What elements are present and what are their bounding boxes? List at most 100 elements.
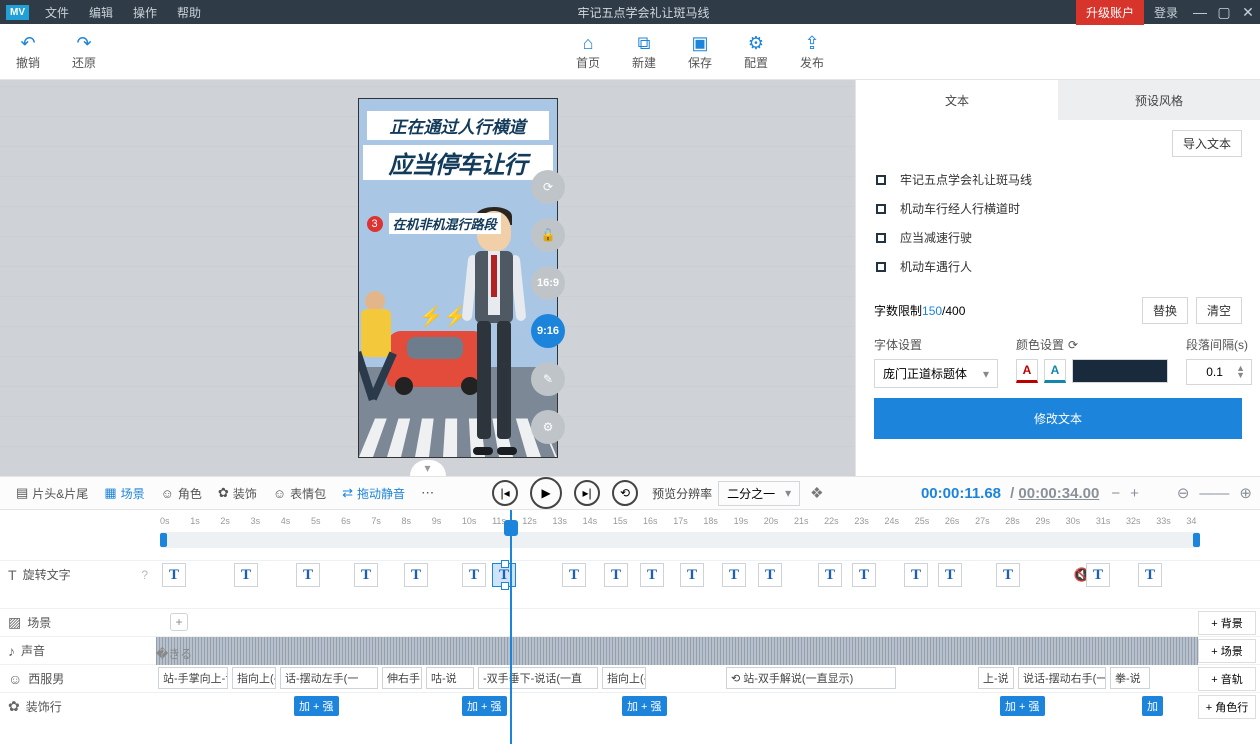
action-clip[interactable]: 伸右手 bbox=[382, 667, 422, 689]
range-handle-left[interactable] bbox=[160, 533, 167, 547]
loop-button[interactable]: ⟲ bbox=[612, 480, 638, 506]
menu-file[interactable]: 文件 bbox=[35, 4, 79, 21]
config-button[interactable]: ⚙配置 bbox=[728, 33, 784, 71]
color-swatch[interactable] bbox=[1072, 359, 1168, 383]
action-clip[interactable]: 咕-说 bbox=[426, 667, 474, 689]
zoom-in-time[interactable]: + bbox=[1130, 485, 1139, 502]
next-frame-button[interactable]: ▸| bbox=[574, 480, 600, 506]
panel-toggle[interactable]: ▾ bbox=[410, 460, 446, 476]
canvas[interactable]: ⚡⚡ 正在通过人行横道 应当停车让行 3 在机非机混行路段 ⟳ 🔓 16:9 9… bbox=[0, 80, 855, 476]
action-clip[interactable]: -双手垂下-说话(一直 bbox=[478, 667, 598, 689]
action-clip[interactable]: 指向上(- bbox=[602, 667, 646, 689]
action-clip[interactable]: 指向上(- bbox=[232, 667, 276, 689]
text-clip[interactable]: T bbox=[462, 563, 486, 587]
menu-action[interactable]: 操作 bbox=[123, 4, 167, 21]
text-clip[interactable]: T bbox=[938, 563, 962, 587]
deco-clip[interactable]: 加 bbox=[1142, 696, 1163, 716]
replace-button[interactable]: 替换 bbox=[1142, 297, 1188, 324]
more-button[interactable]: ⋯ bbox=[413, 485, 442, 501]
deco-clip[interactable]: 加 + 强 bbox=[294, 696, 339, 716]
zoom-out-time[interactable]: − bbox=[1111, 485, 1120, 502]
text-clip[interactable]: T bbox=[354, 563, 378, 587]
action-clip[interactable]: 上-说 bbox=[978, 667, 1014, 689]
text-list[interactable]: 牢记五点学会礼让斑马线 机动车行经人行横道时 应当减速行驶 机动车遇行人 bbox=[874, 165, 1242, 293]
tab-text[interactable]: 文本 bbox=[856, 80, 1058, 120]
lock-tool[interactable]: 🔓 bbox=[531, 218, 565, 252]
text-clip[interactable]: T bbox=[758, 563, 782, 587]
text-clip[interactable]: T bbox=[640, 563, 664, 587]
text-clip[interactable]: T bbox=[852, 563, 876, 587]
text-clip[interactable]: T bbox=[1138, 563, 1162, 587]
action-clip[interactable]: 说话-摆动右手(一 bbox=[1018, 667, 1106, 689]
text-clip[interactable]: T bbox=[604, 563, 628, 587]
role-button[interactable]: ☺角色 bbox=[153, 485, 210, 502]
add-audio-button[interactable]: + 音轨 bbox=[1198, 667, 1256, 691]
text-clip[interactable]: T bbox=[296, 563, 320, 587]
save-button[interactable]: ▣保存 bbox=[672, 33, 728, 71]
playhead[interactable] bbox=[510, 510, 512, 744]
menu-help[interactable]: 帮助 bbox=[167, 4, 211, 21]
gap-stepper[interactable]: 0.1▲▼ bbox=[1186, 359, 1252, 385]
edit-tool[interactable]: ✎ bbox=[531, 362, 565, 396]
text-color-a[interactable]: A bbox=[1016, 359, 1038, 383]
text-color-b[interactable]: A bbox=[1044, 359, 1066, 383]
text-clip[interactable]: T bbox=[1086, 563, 1110, 587]
range-handle-right[interactable] bbox=[1193, 533, 1200, 547]
action-clip[interactable]: 站-手掌向上-说话(一直 bbox=[158, 667, 228, 689]
preview-select[interactable]: 二分之一▾ bbox=[718, 481, 800, 506]
layers-icon[interactable]: ❖ bbox=[810, 484, 823, 502]
ratio-9-16[interactable]: 9:16 bbox=[531, 314, 565, 348]
undo-button[interactable]: ↶撤销 bbox=[0, 33, 56, 71]
font-select[interactable]: 庞门正道标题体▾ bbox=[874, 359, 998, 388]
close-button[interactable]: ✕ bbox=[1236, 4, 1260, 21]
play-button[interactable]: ▶ bbox=[530, 477, 562, 509]
prev-frame-button[interactable]: |◂ bbox=[492, 480, 518, 506]
login-button[interactable]: 登录 bbox=[1144, 4, 1188, 21]
add-bg-button[interactable]: + 背景 bbox=[1198, 611, 1256, 635]
dragmute-button[interactable]: ⇄拖动静音 bbox=[334, 485, 413, 502]
ratio-16-9[interactable]: 16:9 bbox=[531, 266, 565, 300]
text-item[interactable]: 机动车遇行人 bbox=[874, 252, 1242, 281]
text-clip[interactable]: T bbox=[680, 563, 704, 587]
time-total[interactable]: 00:00:34.00 bbox=[1018, 485, 1099, 502]
help-icon[interactable]: ? bbox=[141, 568, 148, 582]
scene-button[interactable]: ▦场景 bbox=[96, 485, 152, 502]
upgrade-button[interactable]: 升级账户 bbox=[1076, 0, 1144, 25]
text-item[interactable]: 机动车行经人行横道时 bbox=[874, 194, 1242, 223]
range-bar[interactable] bbox=[160, 532, 1200, 548]
refresh-icon[interactable]: ⟳ bbox=[1068, 338, 1078, 352]
text-clip[interactable]: T bbox=[996, 563, 1020, 587]
deco-clip[interactable]: 加 + 强 bbox=[622, 696, 667, 716]
emoji-button[interactable]: ☺表情包 bbox=[265, 485, 334, 502]
deco-clip[interactable]: 加 + 强 bbox=[462, 696, 507, 716]
text-clip[interactable]: T bbox=[722, 563, 746, 587]
text-clip[interactable]: T bbox=[562, 563, 586, 587]
text-clip[interactable]: T bbox=[492, 563, 516, 587]
text-clip[interactable]: T bbox=[904, 563, 928, 587]
home-button[interactable]: ⌂首页 bbox=[560, 33, 616, 71]
deco-button[interactable]: ✿装饰 bbox=[210, 485, 265, 502]
new-button[interactable]: ⧉新建 bbox=[616, 33, 672, 71]
redo-button[interactable]: ↷还原 bbox=[56, 33, 112, 71]
action-clip[interactable]: 拳-说 bbox=[1110, 667, 1150, 689]
maximize-button[interactable]: ▢ bbox=[1212, 4, 1236, 21]
text-clip[interactable]: T bbox=[234, 563, 258, 587]
text-clip[interactable]: T bbox=[404, 563, 428, 587]
menu-edit[interactable]: 编辑 bbox=[79, 4, 123, 21]
waveform[interactable]: �きる bbox=[156, 637, 1198, 665]
tab-preset[interactable]: 预设风格 bbox=[1058, 80, 1260, 120]
add-scene-clip[interactable]: + bbox=[170, 613, 188, 631]
import-text-button[interactable]: 导入文本 bbox=[1172, 130, 1242, 157]
text-clip[interactable]: T bbox=[818, 563, 842, 587]
time-ruler[interactable]: 0s1s2s3s4s5s6s7s8s9s10s11s12s13s14s15s16… bbox=[0, 510, 1260, 532]
action-clip[interactable]: 话-摆动左手(一 bbox=[280, 667, 378, 689]
refresh-tool[interactable]: ⟳ bbox=[531, 170, 565, 204]
publish-button[interactable]: ⇪发布 bbox=[784, 33, 840, 71]
headtail-button[interactable]: ▤片头&片尾 bbox=[8, 485, 96, 502]
settings-tool[interactable]: ⚙ bbox=[531, 410, 565, 444]
add-role-button[interactable]: + 角色行 bbox=[1198, 695, 1256, 719]
text-item[interactable]: 牢记五点学会礼让斑马线 bbox=[874, 165, 1242, 194]
deco-clip[interactable]: 加 + 强 bbox=[1000, 696, 1045, 716]
text-item[interactable]: 应当减速行驶 bbox=[874, 223, 1242, 252]
zoom-in-icon[interactable]: ⊕ bbox=[1239, 484, 1252, 502]
